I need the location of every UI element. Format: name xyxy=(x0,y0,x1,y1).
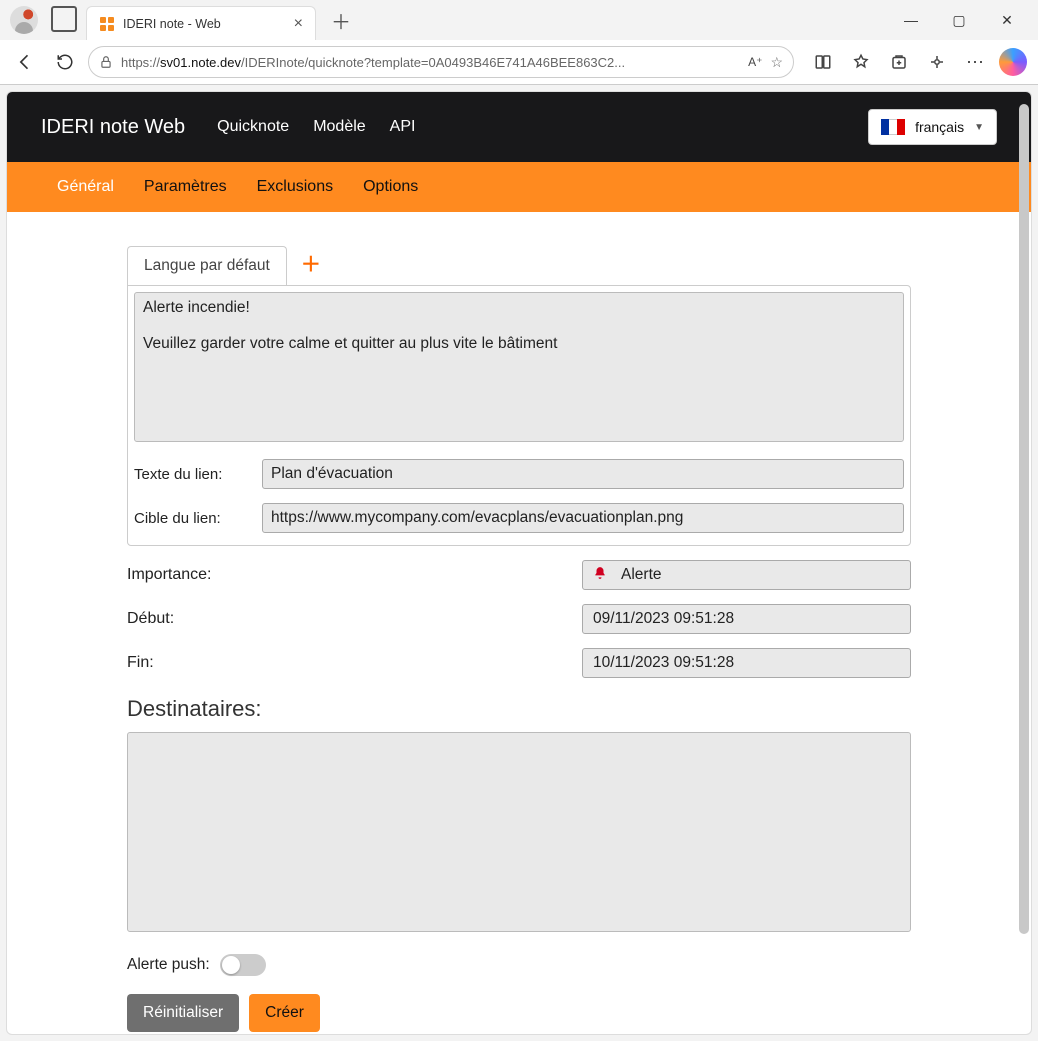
browser-tab-title: IDERI note - Web xyxy=(123,17,286,31)
new-tab-button[interactable]: ＋ xyxy=(326,5,356,35)
browser-refresh-icon[interactable] xyxy=(48,45,82,79)
subnav-general[interactable]: Général xyxy=(57,178,114,196)
app-navbar: IDERI note Web Quicknote Modèle API fran… xyxy=(7,92,1031,162)
tab-close-icon[interactable]: × xyxy=(294,15,303,33)
importance-value: Alerte xyxy=(621,566,662,584)
more-icon[interactable]: ⋯ xyxy=(958,45,992,79)
push-label: Alerte push: xyxy=(127,956,210,974)
flag-fr-icon xyxy=(881,119,905,135)
push-toggle[interactable] xyxy=(220,954,266,976)
nav-api[interactable]: API xyxy=(390,118,416,136)
subnav-options[interactable]: Options xyxy=(363,178,418,196)
subnav-parametres[interactable]: Paramètres xyxy=(144,178,227,196)
language-label: français xyxy=(915,119,964,135)
scrollbar-vertical[interactable] xyxy=(1018,102,1030,1024)
favicon-icon xyxy=(99,16,115,32)
bell-icon xyxy=(593,566,607,584)
split-screen-icon[interactable] xyxy=(806,45,840,79)
copilot-icon[interactable] xyxy=(996,45,1030,79)
brand[interactable]: IDERI note Web xyxy=(41,116,185,139)
reading-mode-icon[interactable]: A⁺ xyxy=(748,55,762,69)
window-maximize-icon[interactable]: ▢ xyxy=(944,5,974,35)
favorite-icon[interactable]: ☆ xyxy=(770,54,783,71)
link-target-input[interactable] xyxy=(262,503,904,533)
window-minimize-icon[interactable]: — xyxy=(896,5,926,35)
window-close-icon[interactable]: ✕ xyxy=(992,5,1022,35)
recipients-box[interactable] xyxy=(127,732,911,932)
message-textarea[interactable] xyxy=(134,292,904,442)
collections-icon[interactable] xyxy=(882,45,916,79)
end-datetime[interactable]: 10/11/2023 09:51:28 xyxy=(582,648,911,678)
end-label: Fin: xyxy=(127,654,582,672)
address-bar[interactable]: https://sv01.note.dev/IDERInote/quicknot… xyxy=(88,46,794,78)
add-language-tab-button[interactable]: ＋ xyxy=(287,240,335,285)
start-label: Début: xyxy=(127,610,582,628)
browser-back-icon[interactable] xyxy=(8,45,42,79)
start-datetime[interactable]: 09/11/2023 09:51:28 xyxy=(582,604,911,634)
nav-modele[interactable]: Modèle xyxy=(313,118,365,136)
tab-actions-icon[interactable] xyxy=(54,9,76,31)
link-target-label: Cible du lien: xyxy=(134,510,244,527)
reset-button[interactable]: Réinitialiser xyxy=(127,994,239,1032)
language-selector[interactable]: français ▼ xyxy=(868,109,997,145)
importance-select[interactable]: Alerte xyxy=(582,560,911,590)
chevron-down-icon: ▼ xyxy=(974,122,984,133)
tab-default-language[interactable]: Langue par défaut xyxy=(127,246,287,285)
link-text-input[interactable] xyxy=(262,459,904,489)
browser-tab[interactable]: IDERI note - Web × xyxy=(86,6,316,40)
subnav: Général Paramètres Exclusions Options xyxy=(7,162,1031,212)
recipients-heading: Destinataires: xyxy=(127,696,911,722)
nav-quicknote[interactable]: Quicknote xyxy=(217,118,289,136)
address-url: https://sv01.note.dev/IDERInote/quicknot… xyxy=(121,55,740,70)
create-button[interactable]: Créer xyxy=(249,994,320,1032)
importance-label: Importance: xyxy=(127,566,582,584)
extensions-icon[interactable] xyxy=(920,45,954,79)
favorites-icon[interactable] xyxy=(844,45,878,79)
lock-icon xyxy=(99,55,113,69)
subnav-exclusions[interactable]: Exclusions xyxy=(257,178,333,196)
message-panel: Texte du lien: Cible du lien: xyxy=(127,285,911,546)
link-text-label: Texte du lien: xyxy=(134,466,244,483)
profile-avatar[interactable] xyxy=(10,6,38,34)
